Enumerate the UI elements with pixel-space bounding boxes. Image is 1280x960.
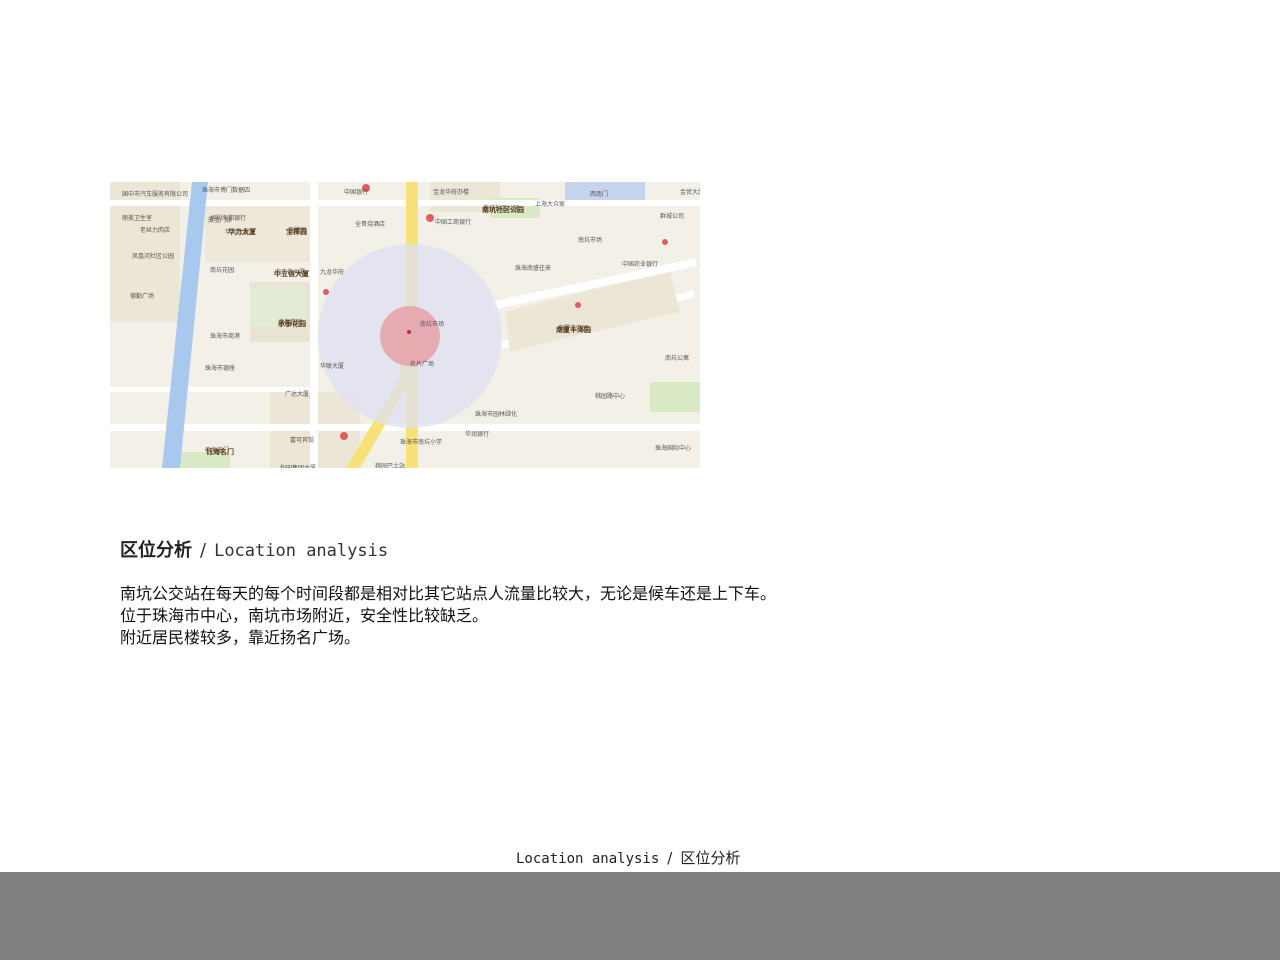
map-label: 珠海国际中心 [655,444,691,452]
map-label-bold: 华力大厦 [228,227,257,236]
map-label: 珠海市商港 [210,332,240,340]
map-label: 珠海市银座 [205,364,235,372]
map-label: 中国工商银行 [435,218,471,226]
map-label: 南坑市场 [420,320,444,328]
footer-en: Location analysis [516,851,660,867]
map-label: 桃园路中心 [595,392,625,400]
map-label: 富可宾馆 [290,436,314,444]
map-label: 中国银行 [344,188,368,196]
map-label: 珠海市博门数据四 [202,186,250,194]
map-label: 南坑花园 [210,266,234,274]
map-label: 华联大厦 [320,362,344,370]
map-label: 丽美卫生室 [122,214,152,222]
map-label: 珠海市南坑小学 [400,438,442,446]
description-line-2: 位于珠海市中心，南坑市场附近，安全性比较缺乏。 [120,606,489,625]
map-label: 九龙华府 [320,268,344,276]
map-label: 中国农业银行 [622,260,658,268]
map-label: 胡和海都银行 [210,214,246,222]
map-label: 金贸大厦 [680,188,700,196]
heading-cn: 区位分析 [120,540,192,561]
map-label-bold: 中立信大厦 [274,269,310,278]
map-label: 凤凰河社区公园 [132,252,174,260]
map-label: 南坑市场 [578,236,602,244]
map-label: 名片广场 [410,360,434,368]
map-label: 德勤广场 [130,292,154,300]
description: 南坑公交站在每天的每个时间段都是相对比其它站点人流量比较大，无论是候车还是上下车… [120,583,776,649]
map-label: 群城公司 [660,212,684,220]
map-label-bold: 宝樟园 [286,227,307,236]
map-label: 上海大众家 [535,200,565,208]
location-map[interactable]: 珠海市博门数据四国中市汽车服务有限公司中国银行宝龙华府办楼西南门金贸大厦旅宝门诊… [110,182,700,468]
map-label-bold: 承泰花园 [278,319,306,328]
map-label: 国中市汽车服务有限公司 [122,190,188,198]
description-line-3: 附近居民楼较多，靠近扬名广场。 [120,628,361,647]
map-label: 华润银行 [465,430,489,438]
map-label: 老丝力肉店 [140,226,170,234]
footer-separator: / [667,849,673,867]
map-label: 西南门 [590,190,608,198]
section-heading: 区位分析 / Location analysis [120,536,388,562]
map-label: 全哥烧酒店 [355,220,385,228]
map-label: 珠海南盛往来 [515,264,551,272]
footer-cn: 区位分析 [680,849,741,867]
description-line-1: 南坑公交站在每天的每个时间段都是相对比其它站点人流量比较大，无论是候车还是上下车… [120,584,777,603]
heading-separator: / [200,540,207,561]
map-label-bold: 南厦丰泽园 [556,325,591,334]
footer-label: Location analysis / 区位分析 [516,847,740,868]
map-label: 广达大厦 [285,390,309,398]
heading-en: Location analysis [214,541,389,561]
map-label-bold: 钰海名门 [206,447,234,456]
map-label-bold: 南坑社区公园 [482,205,524,214]
map-label: 桃园巴士站 [375,462,405,468]
footer-bar [0,872,1280,960]
map-label: 和田集团大厦 [280,464,316,468]
map-label: 珠海市园林绿化 [475,410,517,418]
map-svg: 珠海市博门数据四国中市汽车服务有限公司中国银行宝龙华府办楼西南门金贸大厦旅宝门诊… [110,182,700,468]
map-label: 宝龙华府办楼 [433,188,469,196]
map-label: 南坑公寓 [665,354,689,362]
